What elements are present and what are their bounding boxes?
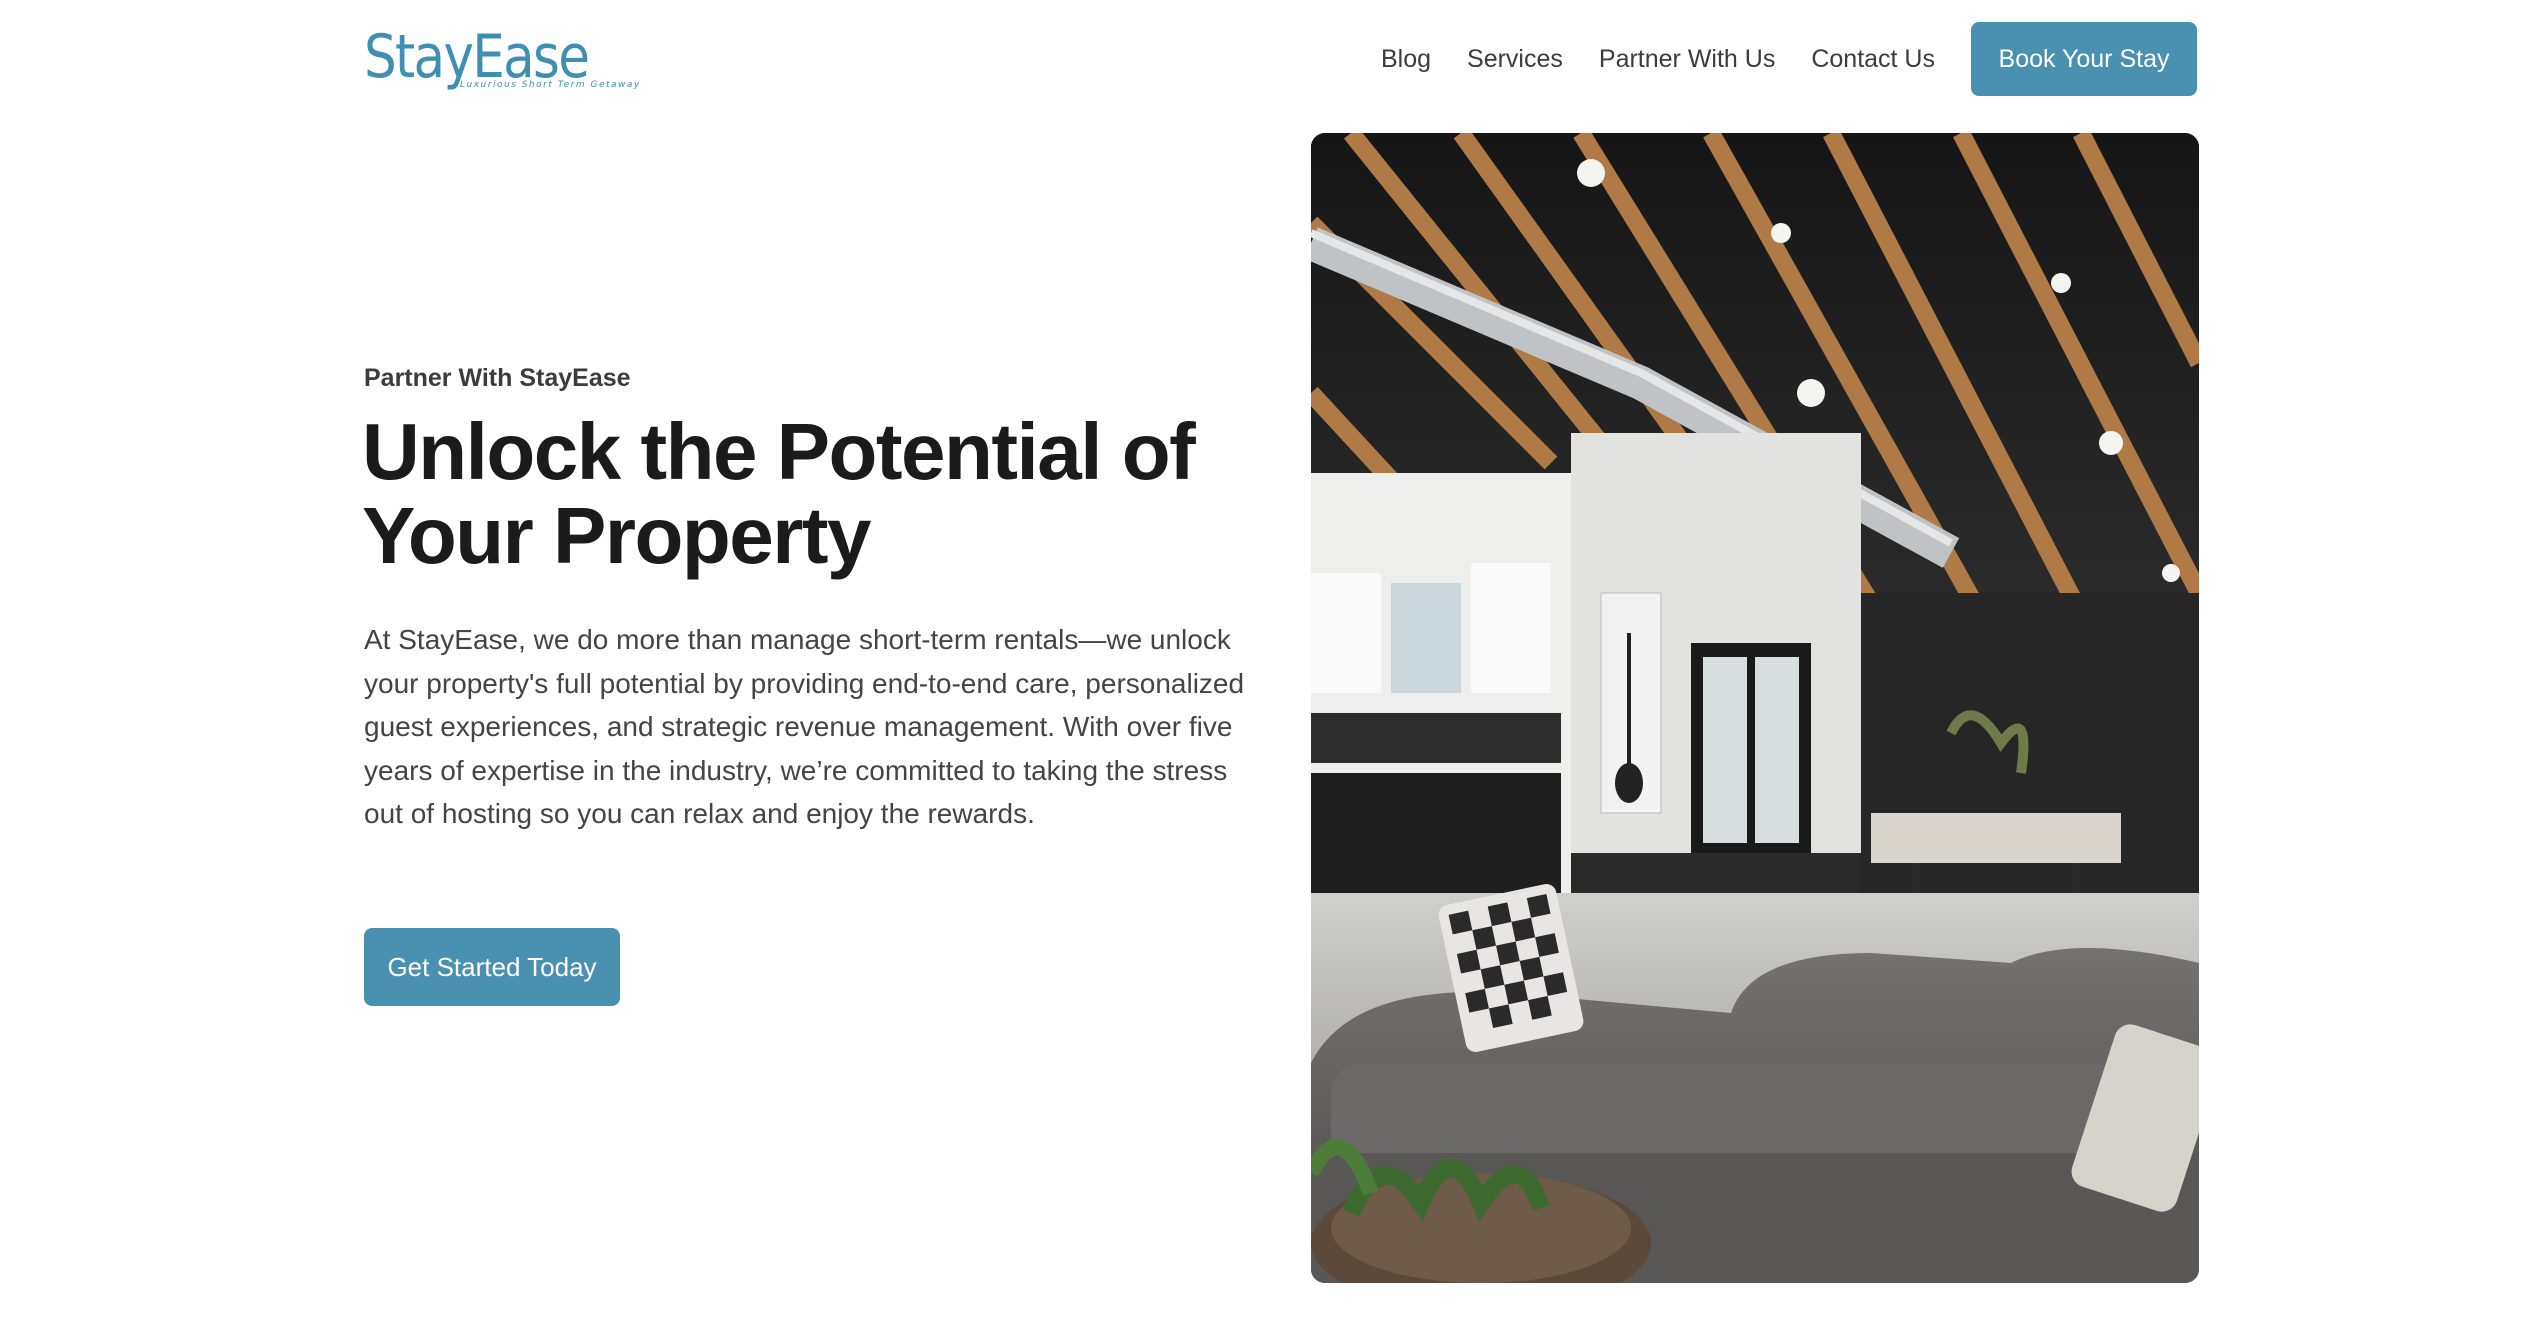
hero-description: At StayEase, we do more than manage shor… — [364, 624, 1245, 829]
nav-link-partner[interactable]: Partner With Us — [1599, 45, 1775, 74]
nav-link-services[interactable]: Services — [1467, 45, 1563, 74]
book-your-stay-button[interactable]: Book Your Stay — [1971, 22, 2197, 96]
nav-link-contact[interactable]: Contact Us — [1811, 45, 1935, 74]
brand-logo[interactable]: StayEase Luxurious Short Term Getaway — [364, 22, 644, 96]
hero-image — [1311, 133, 2199, 1283]
logo-tagline: Luxurious Short Term Getaway — [460, 80, 641, 90]
nav-link-blog[interactable]: Blog — [1381, 45, 1431, 74]
get-started-button[interactable]: Get Started Today — [364, 928, 620, 1006]
page: StayEase Luxurious Short Term Getaway Bl… — [0, 0, 2525, 1335]
living-room-illustration — [1311, 133, 2199, 1283]
main-nav: Blog Services Partner With Us Contact Us… — [1381, 22, 2197, 96]
hero-eyebrow: Partner With StayEase — [364, 364, 631, 392]
hero-headline: Unlock the Potential of Your Property — [362, 407, 1196, 580]
